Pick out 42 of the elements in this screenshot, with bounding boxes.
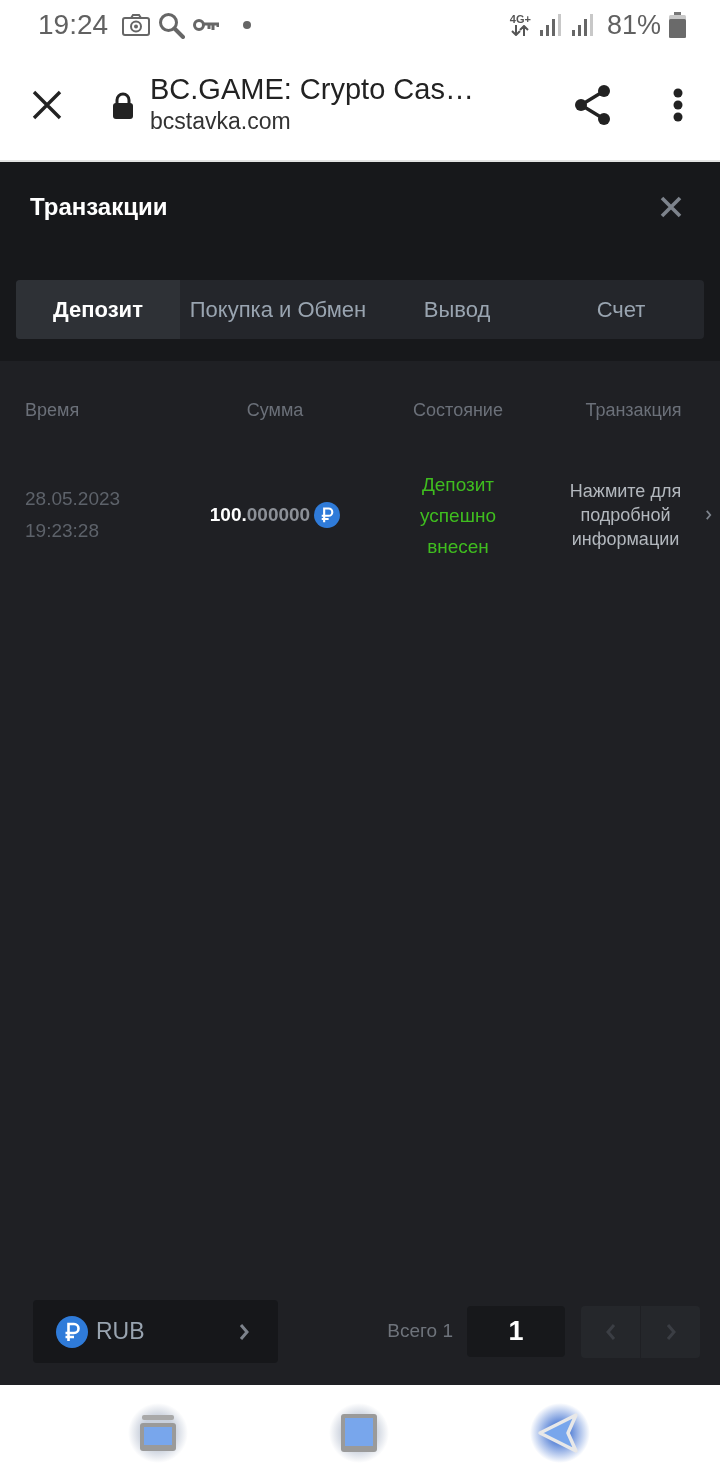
recent-apps-icon[interactable] — [128, 1402, 188, 1463]
details-link[interactable]: Нажмите для подробной информации — [555, 479, 696, 551]
ruble-coin-icon — [56, 1315, 88, 1348]
share-icon[interactable] — [574, 85, 612, 125]
signal-icon — [570, 13, 595, 37]
data-arrows-icon — [511, 25, 530, 36]
camera-icon — [122, 14, 151, 36]
time-text: 19:23:28 — [25, 519, 99, 543]
more-options-icon[interactable] — [672, 88, 684, 122]
signal-icon — [538, 13, 563, 37]
page-title: BC.GAME: Crypto Cas… — [150, 72, 474, 107]
ruble-coin-icon — [314, 502, 341, 528]
date-text: 28.05.2023 — [25, 487, 121, 511]
column-header: Сумма — [246, 399, 304, 422]
column-header: Состояние — [413, 399, 503, 422]
column-header: Время — [25, 399, 80, 422]
battery-percent-text: 81% — [606, 11, 661, 39]
chevron-right-icon — [704, 509, 712, 521]
dot-icon — [243, 21, 252, 29]
chevron-left-icon — [604, 1322, 617, 1341]
tab[interactable]: Вывод — [376, 280, 538, 339]
clock-time: 19:24 — [38, 11, 109, 39]
total-count-text: Всего 1 — [387, 1319, 453, 1344]
page-field[interactable]: 1 — [467, 1306, 565, 1357]
tab[interactable]: Депозит — [16, 280, 180, 339]
lock-icon[interactable] — [112, 91, 134, 119]
column-header: Транзакция — [585, 399, 682, 422]
close-icon[interactable] — [32, 90, 62, 120]
battery-icon — [669, 12, 686, 38]
currency-selector[interactable]: RUB — [33, 1300, 278, 1363]
key-icon — [193, 18, 220, 32]
tab[interactable]: Покупка и Обмен — [180, 280, 376, 339]
chevron-right-icon — [238, 1322, 250, 1341]
status-text: Депозит успешно внесен — [419, 472, 497, 559]
dialog-title: Транзакции — [30, 192, 168, 222]
search-icon — [158, 11, 186, 39]
network-type-text: 4G+ — [509, 14, 531, 25]
chevron-right-icon — [664, 1322, 677, 1341]
amount-text: 100.000000 — [209, 502, 311, 527]
back-icon[interactable] — [530, 1402, 590, 1463]
tab[interactable]: Счет — [538, 280, 704, 339]
url-text[interactable]: bcstavka.com — [150, 107, 291, 135]
